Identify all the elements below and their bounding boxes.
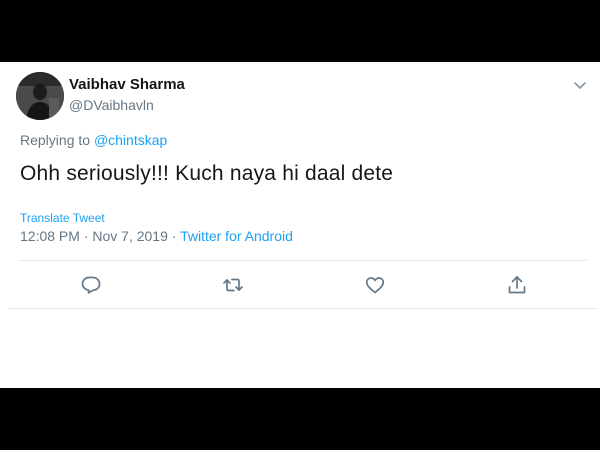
reply-icon[interactable] bbox=[80, 274, 102, 296]
chevron-down-icon[interactable] bbox=[571, 76, 589, 94]
tweet-text: Ohh seriously!!! Kuch naya hi daal dete bbox=[20, 162, 394, 185]
replying-to-link[interactable]: @chintskap bbox=[94, 132, 167, 148]
heart-icon[interactable] bbox=[364, 274, 386, 296]
replying-prefix: Replying to bbox=[20, 132, 91, 148]
avatar[interactable] bbox=[16, 72, 64, 120]
replying-to-line: Replying to @chintskap bbox=[20, 132, 167, 148]
retweet-icon[interactable] bbox=[222, 274, 244, 296]
tweet-card: Vaibhav Sharma @DVaibhavln Replying to @… bbox=[0, 62, 600, 388]
author-handle[interactable]: @DVaibhavln bbox=[69, 97, 154, 113]
translate-tweet-link[interactable]: Translate Tweet bbox=[20, 211, 105, 225]
divider bbox=[18, 260, 588, 261]
timestamp[interactable]: 12:08 PM · Nov 7, 2019 · bbox=[20, 228, 176, 244]
author-name[interactable]: Vaibhav Sharma bbox=[69, 76, 185, 93]
source-link[interactable]: Twitter for Android bbox=[180, 228, 293, 244]
divider bbox=[8, 308, 598, 309]
share-icon[interactable] bbox=[506, 274, 528, 296]
tweet-meta: 12:08 PM · Nov 7, 2019 · Twitter for And… bbox=[20, 228, 293, 244]
